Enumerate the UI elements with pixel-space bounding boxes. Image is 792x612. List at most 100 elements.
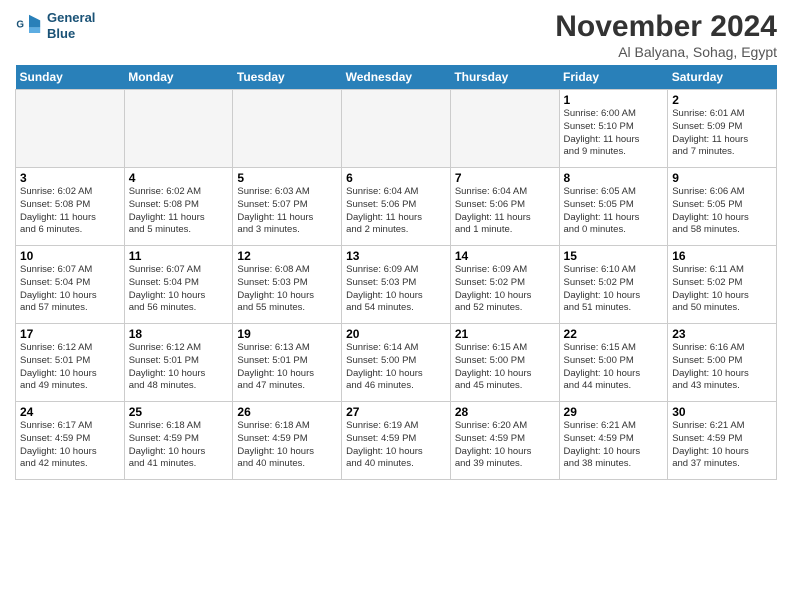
day-info: Sunrise: 6:10 AM Sunset: 5:02 PM Dayligh… bbox=[564, 264, 664, 315]
calendar-week-row: 10 Sunrise: 6:07 AM Sunset: 5:04 PM Dayli… bbox=[16, 246, 777, 324]
day-number: 4 bbox=[129, 171, 229, 185]
calendar-day-cell: 11Sunrise: 6:07 AM Sunset: 5:04 PM Dayli… bbox=[124, 246, 233, 324]
calendar-day-cell: 6Sunrise: 6:04 AM Sunset: 5:06 PM Daylig… bbox=[342, 168, 451, 246]
day-info: Sunrise: 6:18 AM Sunset: 4:59 PM Dayligh… bbox=[237, 420, 337, 471]
logo-icon: G bbox=[15, 12, 43, 40]
location-title: Al Balyana, Sohag, Egypt bbox=[555, 44, 777, 60]
day-info: Sunrise: 6:02 AM Sunset: 5:08 PM Dayligh… bbox=[129, 186, 229, 237]
calendar-day-cell bbox=[124, 90, 233, 168]
calendar-day-header: Saturday bbox=[668, 65, 777, 90]
calendar-day-cell: 12Sunrise: 6:08 AM Sunset: 5:03 PM Dayli… bbox=[233, 246, 342, 324]
calendar-day-cell: 10Sunrise: 6:07 AM Sunset: 5:04 PM Dayli… bbox=[16, 246, 125, 324]
calendar-table: SundayMondayTuesdayWednesdayThursdayFrid… bbox=[15, 65, 777, 480]
calendar-day-cell bbox=[16, 90, 125, 168]
day-number: 29 bbox=[564, 405, 664, 419]
calendar-day-cell bbox=[450, 90, 559, 168]
day-info: Sunrise: 6:08 AM Sunset: 5:03 PM Dayligh… bbox=[237, 264, 337, 315]
day-number: 8 bbox=[564, 171, 664, 185]
title-block: November 2024 Al Balyana, Sohag, Egypt bbox=[555, 10, 777, 60]
calendar-week-row: 17Sunrise: 6:12 AM Sunset: 5:01 PM Dayli… bbox=[16, 324, 777, 402]
calendar-day-header: Tuesday bbox=[233, 65, 342, 90]
calendar-day-cell: 5Sunrise: 6:03 AM Sunset: 5:07 PM Daylig… bbox=[233, 168, 342, 246]
calendar-day-cell: 4Sunrise: 6:02 AM Sunset: 5:08 PM Daylig… bbox=[124, 168, 233, 246]
calendar-day-cell: 30Sunrise: 6:21 AM Sunset: 4:59 PM Dayli… bbox=[668, 402, 777, 480]
calendar-day-cell: 26Sunrise: 6:18 AM Sunset: 4:59 PM Dayli… bbox=[233, 402, 342, 480]
day-info: Sunrise: 6:07 AM Sunset: 5:04 PM Dayligh… bbox=[129, 264, 229, 315]
calendar-day-cell: 23Sunrise: 6:16 AM Sunset: 5:00 PM Dayli… bbox=[668, 324, 777, 402]
day-number: 16 bbox=[672, 249, 772, 263]
header: G General Blue November 2024 Al Balyana,… bbox=[15, 10, 777, 60]
day-info: Sunrise: 6:18 AM Sunset: 4:59 PM Dayligh… bbox=[129, 420, 229, 471]
calendar-day-cell bbox=[233, 90, 342, 168]
day-info: Sunrise: 6:11 AM Sunset: 5:02 PM Dayligh… bbox=[672, 264, 772, 315]
day-number: 21 bbox=[455, 327, 555, 341]
day-info: Sunrise: 6:21 AM Sunset: 4:59 PM Dayligh… bbox=[672, 420, 772, 471]
calendar-day-cell: 19Sunrise: 6:13 AM Sunset: 5:01 PM Dayli… bbox=[233, 324, 342, 402]
calendar-day-cell: 8Sunrise: 6:05 AM Sunset: 5:05 PM Daylig… bbox=[559, 168, 668, 246]
day-number: 3 bbox=[20, 171, 120, 185]
day-info: Sunrise: 6:17 AM Sunset: 4:59 PM Dayligh… bbox=[20, 420, 120, 471]
day-info: Sunrise: 6:19 AM Sunset: 4:59 PM Dayligh… bbox=[346, 420, 446, 471]
day-info: Sunrise: 6:15 AM Sunset: 5:00 PM Dayligh… bbox=[564, 342, 664, 393]
day-number: 5 bbox=[237, 171, 337, 185]
calendar-body: 1Sunrise: 6:00 AM Sunset: 5:10 PM Daylig… bbox=[16, 90, 777, 480]
day-info: Sunrise: 6:14 AM Sunset: 5:00 PM Dayligh… bbox=[346, 342, 446, 393]
day-number: 25 bbox=[129, 405, 229, 419]
calendar-day-cell: 24Sunrise: 6:17 AM Sunset: 4:59 PM Dayli… bbox=[16, 402, 125, 480]
logo: G General Blue bbox=[15, 10, 95, 41]
calendar-day-cell: 17Sunrise: 6:12 AM Sunset: 5:01 PM Dayli… bbox=[16, 324, 125, 402]
day-number: 11 bbox=[129, 249, 229, 263]
calendar-day-cell: 15Sunrise: 6:10 AM Sunset: 5:02 PM Dayli… bbox=[559, 246, 668, 324]
day-number: 14 bbox=[455, 249, 555, 263]
day-number: 24 bbox=[20, 405, 120, 419]
calendar-day-cell: 18Sunrise: 6:12 AM Sunset: 5:01 PM Dayli… bbox=[124, 324, 233, 402]
calendar-day-cell: 29Sunrise: 6:21 AM Sunset: 4:59 PM Dayli… bbox=[559, 402, 668, 480]
calendar-day-cell bbox=[342, 90, 451, 168]
calendar-header-row: SundayMondayTuesdayWednesdayThursdayFrid… bbox=[16, 65, 777, 90]
day-number: 2 bbox=[672, 93, 772, 107]
calendar-day-header: Wednesday bbox=[342, 65, 451, 90]
day-info: Sunrise: 6:05 AM Sunset: 5:05 PM Dayligh… bbox=[564, 186, 664, 237]
calendar-day-cell: 20Sunrise: 6:14 AM Sunset: 5:00 PM Dayli… bbox=[342, 324, 451, 402]
day-info: Sunrise: 6:21 AM Sunset: 4:59 PM Dayligh… bbox=[564, 420, 664, 471]
day-number: 19 bbox=[237, 327, 337, 341]
day-info: Sunrise: 6:00 AM Sunset: 5:10 PM Dayligh… bbox=[564, 108, 664, 159]
day-number: 12 bbox=[237, 249, 337, 263]
day-info: Sunrise: 6:01 AM Sunset: 5:09 PM Dayligh… bbox=[672, 108, 772, 159]
day-number: 27 bbox=[346, 405, 446, 419]
calendar-day-cell: 9Sunrise: 6:06 AM Sunset: 5:05 PM Daylig… bbox=[668, 168, 777, 246]
calendar-day-header: Thursday bbox=[450, 65, 559, 90]
day-info: Sunrise: 6:09 AM Sunset: 5:03 PM Dayligh… bbox=[346, 264, 446, 315]
calendar-day-header: Sunday bbox=[16, 65, 125, 90]
day-number: 28 bbox=[455, 405, 555, 419]
day-info: Sunrise: 6:04 AM Sunset: 5:06 PM Dayligh… bbox=[455, 186, 555, 237]
day-number: 10 bbox=[20, 249, 120, 263]
calendar-day-cell: 1Sunrise: 6:00 AM Sunset: 5:10 PM Daylig… bbox=[559, 90, 668, 168]
day-info: Sunrise: 6:02 AM Sunset: 5:08 PM Dayligh… bbox=[20, 186, 120, 237]
day-number: 1 bbox=[564, 93, 664, 107]
calendar-day-header: Friday bbox=[559, 65, 668, 90]
day-number: 13 bbox=[346, 249, 446, 263]
logo-text: General Blue bbox=[47, 10, 95, 41]
calendar-day-cell: 2Sunrise: 6:01 AM Sunset: 5:09 PM Daylig… bbox=[668, 90, 777, 168]
day-info: Sunrise: 6:09 AM Sunset: 5:02 PM Dayligh… bbox=[455, 264, 555, 315]
calendar-day-cell: 3Sunrise: 6:02 AM Sunset: 5:08 PM Daylig… bbox=[16, 168, 125, 246]
day-number: 26 bbox=[237, 405, 337, 419]
calendar-day-cell: 21Sunrise: 6:15 AM Sunset: 5:00 PM Dayli… bbox=[450, 324, 559, 402]
day-info: Sunrise: 6:15 AM Sunset: 5:00 PM Dayligh… bbox=[455, 342, 555, 393]
calendar-day-header: Monday bbox=[124, 65, 233, 90]
day-info: Sunrise: 6:12 AM Sunset: 5:01 PM Dayligh… bbox=[129, 342, 229, 393]
day-info: Sunrise: 6:16 AM Sunset: 5:00 PM Dayligh… bbox=[672, 342, 772, 393]
day-info: Sunrise: 6:20 AM Sunset: 4:59 PM Dayligh… bbox=[455, 420, 555, 471]
calendar-day-cell: 7Sunrise: 6:04 AM Sunset: 5:06 PM Daylig… bbox=[450, 168, 559, 246]
day-info: Sunrise: 6:03 AM Sunset: 5:07 PM Dayligh… bbox=[237, 186, 337, 237]
calendar-day-cell: 25Sunrise: 6:18 AM Sunset: 4:59 PM Dayli… bbox=[124, 402, 233, 480]
day-number: 9 bbox=[672, 171, 772, 185]
svg-text:G: G bbox=[16, 19, 24, 30]
day-info: Sunrise: 6:13 AM Sunset: 5:01 PM Dayligh… bbox=[237, 342, 337, 393]
calendar-day-cell: 16Sunrise: 6:11 AM Sunset: 5:02 PM Dayli… bbox=[668, 246, 777, 324]
day-number: 30 bbox=[672, 405, 772, 419]
day-number: 22 bbox=[564, 327, 664, 341]
day-number: 7 bbox=[455, 171, 555, 185]
day-info: Sunrise: 6:04 AM Sunset: 5:06 PM Dayligh… bbox=[346, 186, 446, 237]
